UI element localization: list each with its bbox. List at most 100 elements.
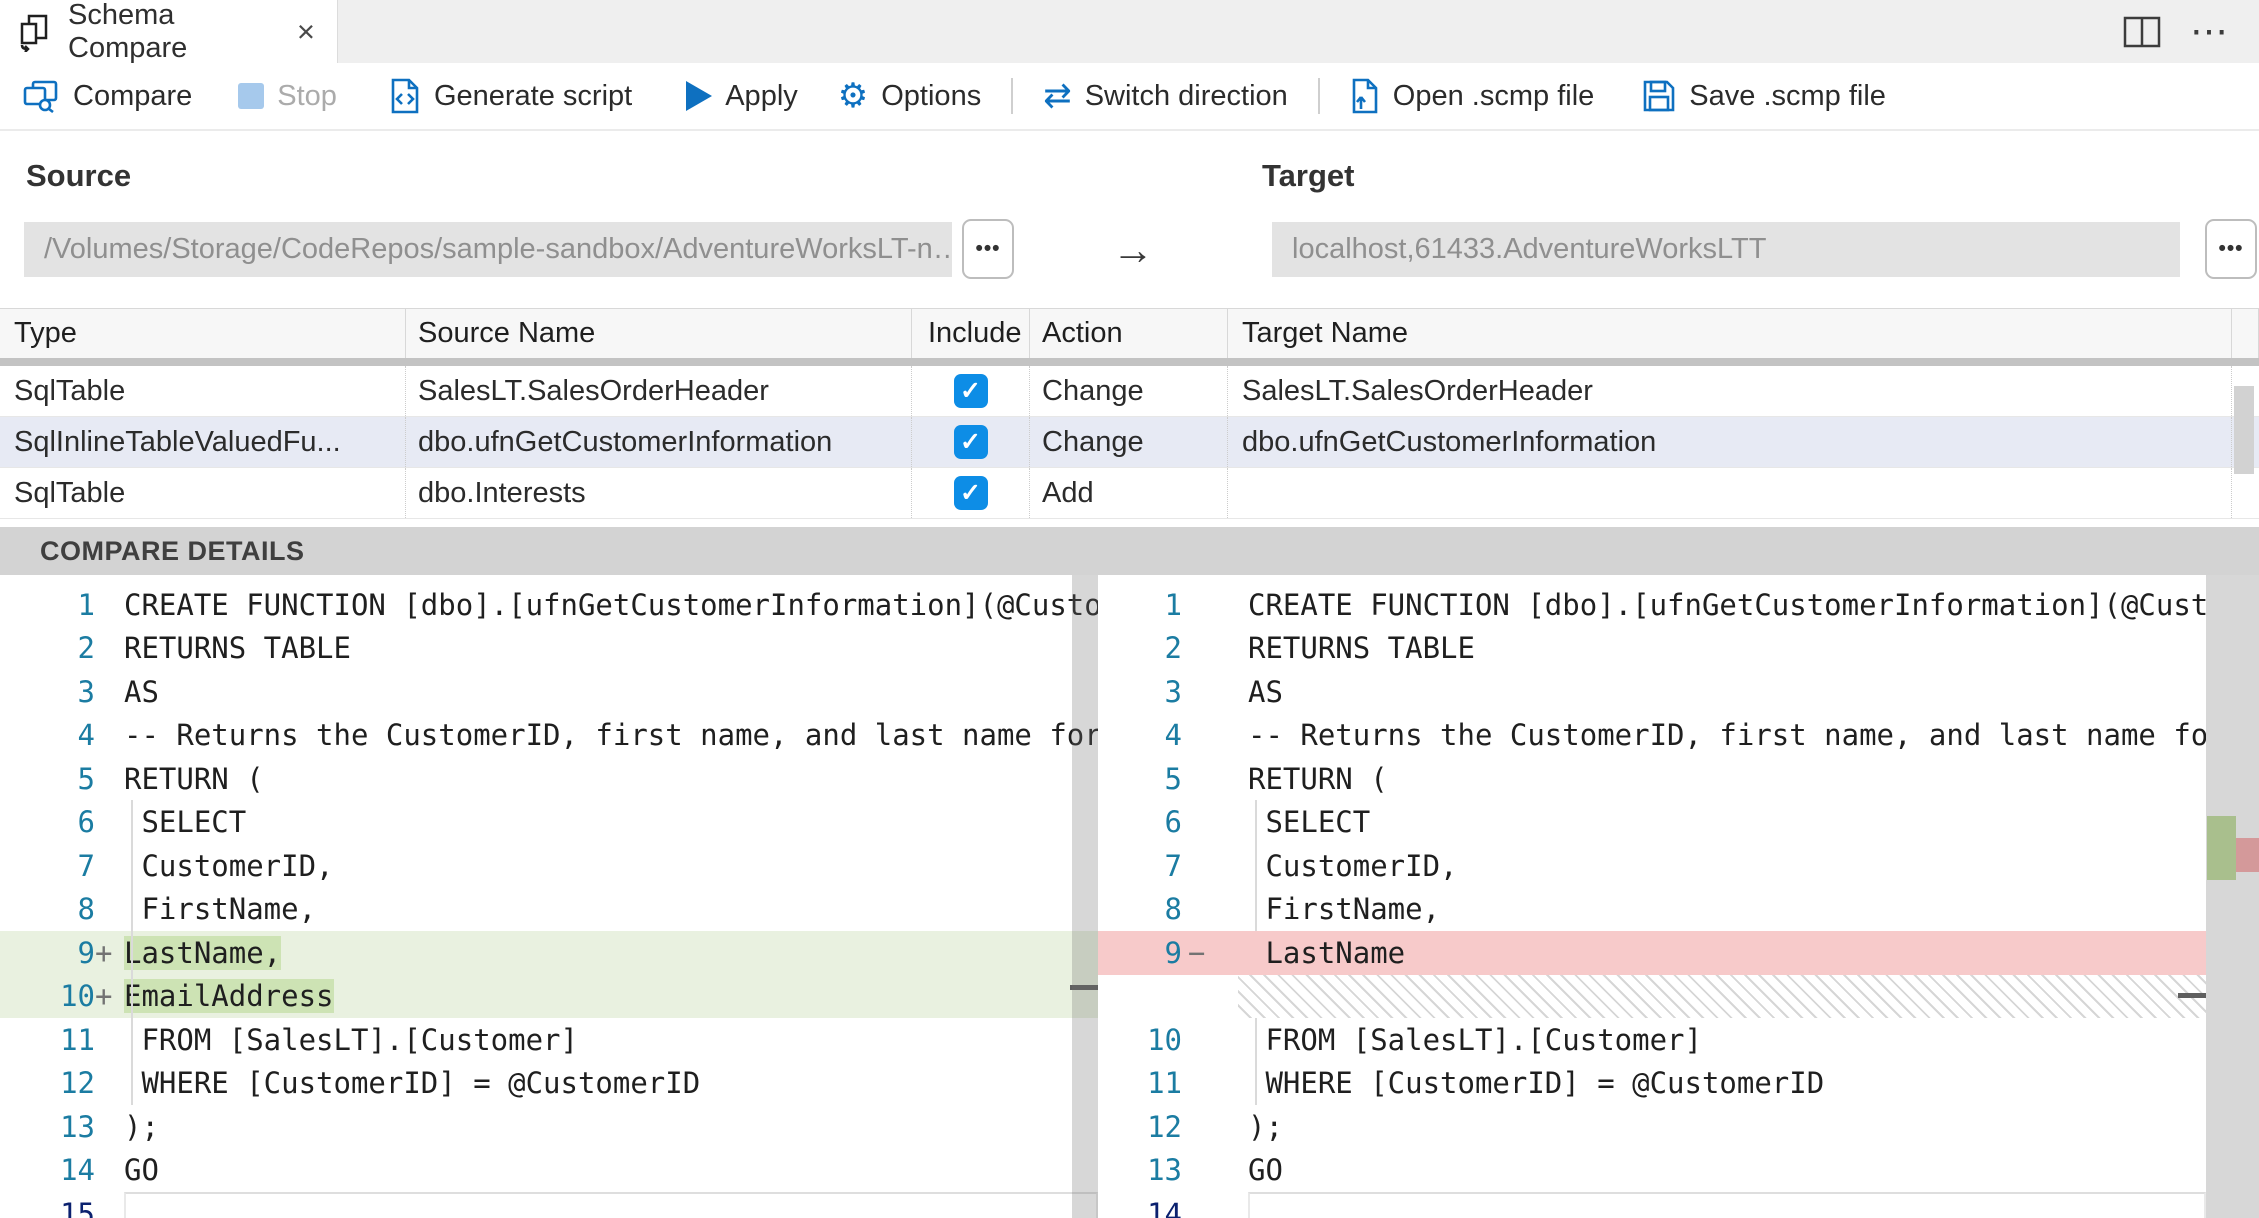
compare-details-header[interactable]: COMPARE DETAILS [0, 527, 2259, 575]
code-line[interactable]: 6 SELECT [1098, 801, 2206, 845]
open-scmp-button[interactable]: Open .scmp file [1350, 77, 1594, 115]
include-checkbox[interactable]: ✓ [953, 425, 988, 459]
grid-body: SqlTable SalesLT.SalesOrderHeader ✓ Change S… [0, 366, 2259, 519]
line-number: 7 [77, 848, 95, 883]
split-editor-icon[interactable] [2122, 14, 2162, 50]
include-checkbox[interactable]: ✓ [953, 476, 988, 510]
source-scrollbar[interactable] [1072, 575, 1098, 1218]
target-path-field[interactable]: localhost,61433.AdventureWorksLTT [1272, 222, 2180, 277]
code-line[interactable]: 6 SELECT [0, 801, 1098, 845]
target-browse-button[interactable]: ••• [2205, 219, 2257, 279]
table-row[interactable]: SqlInlineTableValuedFu... dbo.ufnGetCusto… [0, 417, 2259, 468]
line-gutter: 3 [1098, 675, 1248, 709]
code-text [1248, 1192, 2206, 1218]
tab-title: Schema Compare [68, 0, 188, 64]
code-line[interactable]: 14 GO [0, 1149, 1098, 1193]
code-line[interactable]: 5 RETURN ( [0, 757, 1098, 801]
code-line[interactable]: 15 [0, 1192, 1098, 1218]
code-line[interactable]: 3 AS [1098, 670, 2206, 714]
line-number: 7 [1164, 848, 1182, 883]
generate-script-icon [389, 77, 421, 115]
tab-schema-compare[interactable]: Schema Compare × [0, 0, 338, 64]
line-gutter: 8 [0, 892, 124, 926]
code-line[interactable]: 2 RETURNS TABLE [0, 627, 1098, 671]
line-number: 13 [1147, 1153, 1182, 1188]
target-overview-ruler[interactable] [2206, 575, 2259, 1218]
line-number: 8 [1164, 892, 1182, 927]
column-header-action[interactable]: Action [1030, 309, 1228, 358]
code-text: -- Returns the CustomerID, first name, a… [124, 718, 1098, 753]
code-line[interactable]: 4 -- Returns the CustomerID, first name, … [0, 714, 1098, 758]
code-line[interactable]: 3 AS [0, 670, 1098, 714]
source-browse-button[interactable]: ••• [962, 219, 1014, 279]
code-line[interactable] [1098, 974, 2206, 1018]
code-line[interactable]: 11 WHERE [CustomerID] = @CustomerID [1098, 1062, 2206, 1106]
code-line[interactable]: 8 FirstName, [1098, 888, 2206, 932]
generate-script-button[interactable]: Generate script [389, 77, 632, 115]
code-line[interactable]: 1 CREATE FUNCTION [dbo].[ufnGetCustomerIn… [1098, 583, 2206, 627]
code-line[interactable]: 5 RETURN ( [1098, 757, 2206, 801]
stop-icon [238, 83, 265, 109]
compare-button[interactable]: Compare [22, 79, 192, 113]
column-header-type[interactable]: Type [0, 309, 406, 358]
cell-source-name: dbo.ufnGetCustomerInformation [406, 417, 912, 467]
column-header-target[interactable]: Target Name [1228, 309, 2232, 358]
code-line[interactable]: 13); [0, 1105, 1098, 1149]
include-checkbox[interactable]: ✓ [953, 374, 988, 408]
toolbar-divider [1011, 78, 1014, 114]
code-text: GO [124, 1153, 159, 1188]
line-number: 6 [1164, 805, 1182, 840]
code-line[interactable]: 12); [1098, 1105, 2206, 1149]
apply-icon [686, 81, 713, 111]
line-gutter: 3 [0, 675, 124, 709]
cell-target-name: dbo.ufnGetCustomerInformation [1228, 417, 2232, 467]
apply-button[interactable]: Apply [686, 80, 798, 113]
line-number: 14 [60, 1153, 95, 1188]
column-header-filler [2232, 309, 2259, 358]
table-row[interactable]: SqlTable dbo.Interests ✓ Add [0, 468, 2259, 519]
code-line[interactable]: 9− LastName [1098, 931, 2206, 975]
line-number: 11 [1147, 1066, 1182, 1101]
grid-scrollbar[interactable] [2234, 386, 2254, 474]
code-line[interactable]: 9 + LastName, [0, 931, 1098, 975]
cell-type: SqlTable [0, 366, 406, 416]
line-number: 10 [1147, 1022, 1182, 1057]
code-line[interactable]: 14 [1098, 1192, 2206, 1218]
column-header-source[interactable]: Source Name [406, 309, 912, 358]
switch-direction-button[interactable]: ⇄ Switch direction [1043, 79, 1288, 113]
target-diff-pane[interactable]: 1 CREATE FUNCTION [dbo].[ufnGetCustomerIn… [1098, 575, 2259, 1218]
code-line[interactable]: 7 CustomerID, [1098, 844, 2206, 888]
line-number: 5 [77, 761, 95, 796]
code-line[interactable]: 1 CREATE FUNCTION [dbo].[ufnGetCustomerIn… [0, 583, 1098, 627]
line-number: 15 [60, 1196, 95, 1218]
code-text: FirstName, [124, 892, 317, 927]
cell-source-name: SalesLT.SalesOrderHeader [406, 366, 912, 416]
code-line[interactable]: 10 + EmailAddress [0, 974, 1098, 1019]
code-line[interactable]: 2 RETURNS TABLE [1098, 627, 2206, 671]
code-line[interactable]: 7 CustomerID, [0, 844, 1098, 888]
code-text: EmailAddress [124, 975, 1098, 1019]
source-path-field[interactable]: /Volumes/Storage/CodeRepos/sample-sandbo… [24, 222, 952, 277]
column-header-include[interactable]: Include [912, 309, 1030, 358]
line-gutter: 5 [1098, 762, 1248, 796]
line-number: 1 [1164, 587, 1182, 622]
line-number: 10 [60, 979, 95, 1014]
code-line[interactable]: 13 GO [1098, 1149, 2206, 1193]
cell-source-name: dbo.Interests [406, 468, 912, 518]
code-line[interactable]: 10 FROM [SalesLT].[Customer] [1098, 1018, 2206, 1062]
table-row[interactable]: SqlTable SalesLT.SalesOrderHeader ✓ Change S… [0, 366, 2259, 417]
source-diff-pane[interactable]: 1 CREATE FUNCTION [dbo].[ufnGetCustomerIn… [0, 575, 1098, 1218]
code-line[interactable]: 8 FirstName, [0, 888, 1098, 932]
more-actions-icon[interactable]: ⋯ [2190, 13, 2231, 51]
line-number: 3 [1164, 674, 1182, 709]
line-gutter: 5 [0, 762, 124, 796]
code-text: RETURN ( [1248, 761, 1388, 796]
line-gutter: 2 [1098, 631, 1248, 665]
code-line[interactable]: 12 WHERE [CustomerID] = @CustomerID [0, 1062, 1098, 1106]
code-line[interactable]: 4 -- Returns the CustomerID, first name, … [1098, 714, 2206, 758]
code-line[interactable]: 11 FROM [SalesLT].[Customer] [0, 1018, 1098, 1062]
options-button[interactable]: ⚙ Options [838, 79, 981, 113]
stop-button[interactable]: Stop [238, 80, 337, 113]
save-scmp-button[interactable]: Save .scmp file [1642, 79, 1886, 113]
tab-close-icon[interactable]: × [297, 14, 315, 50]
